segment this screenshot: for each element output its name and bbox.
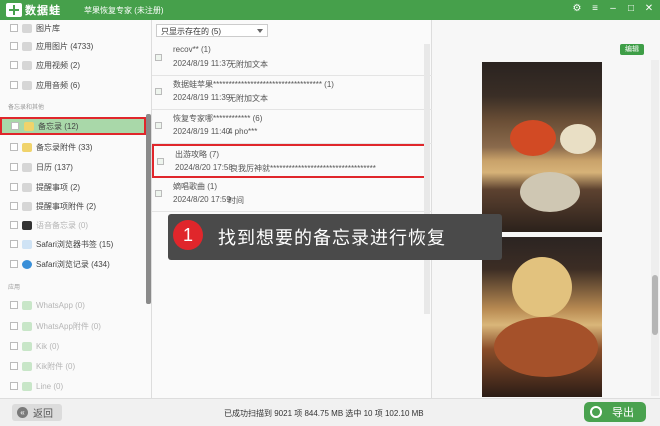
step-number-badge: 1	[173, 220, 203, 250]
app-photo-icon	[22, 41, 32, 51]
sidebar-checkbox[interactable]	[10, 322, 18, 330]
bookmark-icon	[22, 239, 32, 249]
scroll-thumb[interactable]	[652, 275, 658, 335]
notes-list-panel: 只显示存在的 (5) recov** (1) 2024/8/19 11:37 无…	[152, 20, 432, 398]
reminder-icon	[22, 182, 32, 192]
scan-status: 已成功扫描到 9021 项 844.75 MB 选中 10 项 102.10 M…	[224, 409, 424, 418]
chevron-down-icon	[257, 29, 263, 33]
sidebar-item[interactable]: 应用音频 (6)	[0, 76, 146, 94]
title-bar: 数据蛙 苹果恢复专家 (未注册) ⚙ ≡ – □ ✕	[0, 0, 660, 20]
section-header-apps: 应用	[8, 285, 21, 291]
sidebar-scrollbar[interactable]	[146, 114, 151, 304]
sidebar-checkbox[interactable]	[10, 183, 18, 191]
sidebar-item[interactable]: Safari浏览记录 (434)	[0, 255, 146, 273]
item-checkbox[interactable]	[155, 88, 162, 95]
sidebar-item[interactable]: 语音备忘录 (0)	[0, 216, 146, 234]
sidebar-checkbox[interactable]	[10, 342, 18, 350]
item-checkbox[interactable]	[155, 122, 162, 129]
sidebar-checkbox[interactable]	[10, 143, 18, 151]
whatsapp-icon	[22, 300, 32, 310]
window-controls: ⚙ ≡ – □ ✕	[572, 3, 654, 15]
sidebar-item[interactable]: 应用视频 (2)	[0, 56, 146, 74]
notes-icon	[24, 121, 34, 131]
voice-memo-icon	[22, 220, 32, 230]
dish-shape	[510, 120, 556, 156]
preview-scrollbar[interactable]	[651, 60, 659, 396]
sidebar-checkbox[interactable]	[10, 240, 18, 248]
sidebar-checkbox[interactable]	[10, 24, 18, 32]
sidebar-item[interactable]: 备忘录附件 (33)	[0, 138, 146, 156]
list-item[interactable]: recov** (1) 2024/8/19 11:37 无附加文本	[152, 42, 432, 76]
dish-shape	[494, 317, 598, 377]
photo-library-icon	[22, 23, 32, 33]
calendar-icon	[22, 162, 32, 172]
preview-panel: 编辑	[432, 20, 660, 398]
sidebar-item[interactable]: 日历 (137)	[0, 158, 146, 176]
section-header-memo: 备忘录和其他	[8, 105, 45, 111]
preview-photo	[482, 62, 602, 232]
notes-attachment-icon	[22, 142, 32, 152]
filter-dropdown[interactable]: 只显示存在的 (5)	[156, 24, 268, 37]
preview-photo	[482, 237, 602, 397]
app-title: 苹果恢复专家 (未注册)	[84, 6, 164, 15]
sidebar-item[interactable]: WhatsApp附件 (0)	[0, 317, 146, 335]
list-item[interactable]: 恢复专家哪************ (6) 2024/8/19 11:40 4 …	[152, 110, 432, 144]
safari-icon	[22, 259, 32, 269]
kik-attachment-icon	[22, 361, 32, 371]
sidebar-item-notes[interactable]: 备忘录 (12)	[0, 117, 146, 135]
whatsapp-attachment-icon	[22, 321, 32, 331]
sidebar-item[interactable]: 提醒事项附件 (2)	[0, 197, 146, 215]
sidebar-item[interactable]: WhatsApp (0)	[0, 296, 146, 314]
sidebar-item[interactable]: Kik附件 (0)	[0, 357, 146, 375]
item-checkbox[interactable]	[157, 158, 164, 165]
menu-icon[interactable]: ≡	[590, 3, 600, 15]
dish-shape	[560, 124, 596, 154]
instruction-callout: 1 找到想要的备忘录进行恢复	[168, 214, 502, 260]
edit-button[interactable]: 编辑	[620, 44, 644, 55]
status-bar: « 返回 已成功扫描到 9021 项 844.75 MB 选中 10 项 102…	[0, 398, 660, 426]
close-icon[interactable]: ✕	[644, 3, 654, 15]
app-logo-icon	[6, 3, 22, 17]
sidebar-checkbox[interactable]	[10, 163, 18, 171]
app-brand: 数据蛙	[25, 5, 61, 17]
settings-icon[interactable]: ⚙	[572, 3, 582, 15]
list-item-selected[interactable]: 出游攻略 (7) 2024/8/20 17:58 良我厉神就**********…	[152, 144, 427, 178]
app-audio-icon	[22, 80, 32, 90]
minimize-icon[interactable]: –	[608, 3, 618, 15]
kik-icon	[22, 341, 32, 351]
list-scrollbar[interactable]	[424, 44, 430, 314]
sidebar-item[interactable]: Line (0)	[0, 377, 146, 395]
category-sidebar: 图片库 应用图片 (4733) 应用视频 (2) 应用音频 (6) 备忘录和其他…	[0, 20, 152, 398]
dish-shape	[512, 257, 572, 317]
sidebar-checkbox[interactable]	[10, 202, 18, 210]
dish-shape	[520, 172, 580, 212]
reminder-attachment-icon	[22, 201, 32, 211]
sidebar-item[interactable]: 提醒事项 (2)	[0, 178, 146, 196]
sidebar-checkbox[interactable]	[10, 382, 18, 390]
sidebar-checkbox[interactable]	[10, 42, 18, 50]
sidebar-checkbox[interactable]	[10, 301, 18, 309]
sidebar-item[interactable]: 应用图片 (4733)	[0, 37, 146, 55]
sidebar-checkbox[interactable]	[10, 221, 18, 229]
sidebar-checkbox[interactable]	[10, 362, 18, 370]
item-checkbox[interactable]	[155, 190, 162, 197]
list-item[interactable]: 嫡唱歌曲 (1) 2024/8/20 17:59 时间	[152, 178, 432, 212]
item-checkbox[interactable]	[155, 54, 162, 61]
sidebar-checkbox[interactable]	[10, 61, 18, 69]
line-icon	[22, 381, 32, 391]
callout-text: 找到想要的备忘录进行恢复	[218, 228, 446, 248]
sidebar-checkbox[interactable]	[10, 81, 18, 89]
sidebar-item[interactable]: 图片库	[0, 20, 146, 37]
export-button[interactable]: 导出	[584, 402, 646, 422]
back-arrow-icon: «	[17, 407, 28, 418]
app-video-icon	[22, 60, 32, 70]
sidebar-item[interactable]: Kik (0)	[0, 337, 146, 355]
sidebar-checkbox[interactable]	[10, 260, 18, 268]
back-button[interactable]: « 返回	[12, 404, 62, 421]
maximize-icon[interactable]: □	[626, 3, 636, 15]
sidebar-item[interactable]: Safari浏览器书签 (15)	[0, 235, 146, 253]
export-icon	[590, 406, 602, 418]
list-item[interactable]: 数据蛙苹果***********************************…	[152, 76, 432, 110]
sidebar-checkbox[interactable]	[11, 122, 19, 130]
